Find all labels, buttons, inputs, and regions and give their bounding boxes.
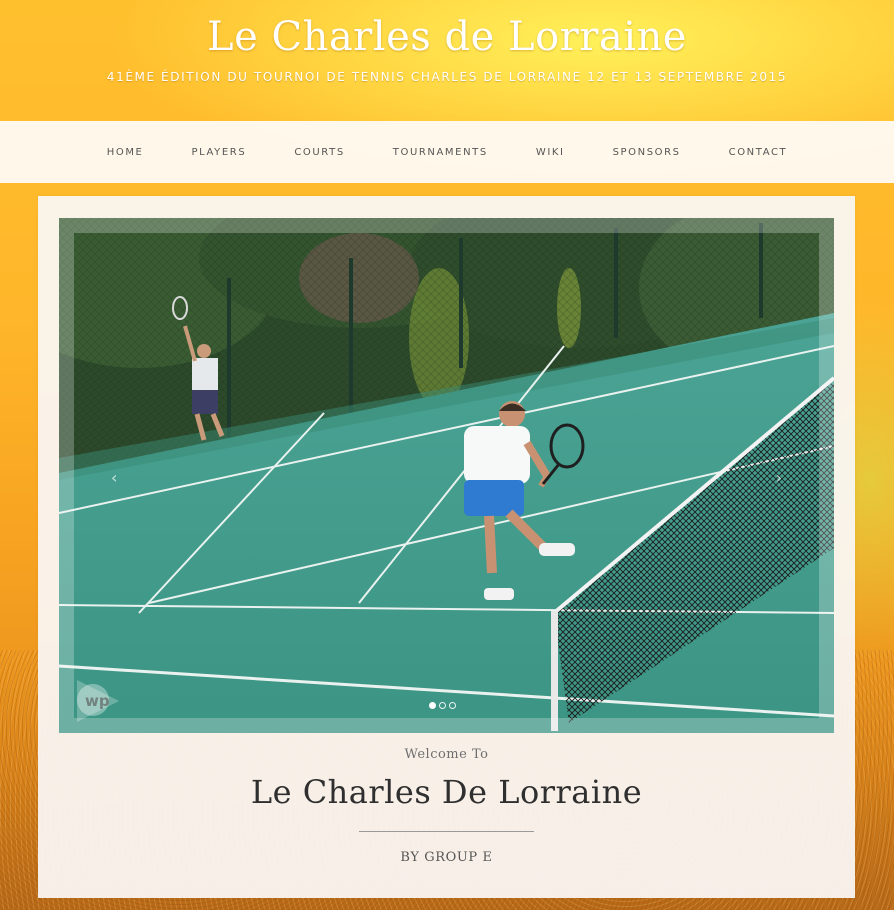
slider-dot-3[interactable]	[449, 702, 456, 709]
chevron-left-icon[interactable]: ‹	[111, 468, 117, 487]
slider-dot-1[interactable]	[429, 702, 436, 709]
chevron-right-icon[interactable]: ›	[776, 468, 782, 487]
tennis-doubles-photo	[59, 218, 834, 733]
nav-item-players[interactable]: PLAYERS	[191, 147, 246, 158]
byline: BY GROUP E	[400, 850, 493, 865]
site-header: Le Charles de Lorraine 41ème édition du …	[0, 0, 894, 121]
slider-dots	[429, 702, 456, 709]
nav-item-wiki[interactable]: WIKI	[536, 147, 565, 158]
nav-item-sponsors[interactable]: SPONSORS	[613, 147, 681, 158]
site-title[interactable]: Le Charles de Lorraine	[0, 0, 894, 60]
wp-logo: wp	[73, 676, 123, 726]
hero-heading: Le Charles De Lorraine	[250, 773, 643, 811]
nav-item-courts[interactable]: COURTS	[294, 147, 344, 158]
divider	[359, 831, 534, 832]
nav-item-home[interactable]: HOME	[107, 147, 144, 158]
slider-dot-2[interactable]	[439, 702, 446, 709]
welcome-text: Welcome To	[404, 747, 489, 762]
content-card: wp ‹ › Welcome To Le Charles De Lorraine…	[38, 196, 855, 898]
nav-item-contact[interactable]: CONTACT	[729, 147, 788, 158]
main-nav: HOME PLAYERS COURTS TOURNAMENTS WIKI SPO…	[0, 121, 894, 183]
nav-item-tournaments[interactable]: TOURNAMENTS	[393, 147, 488, 158]
image-slider[interactable]: wp ‹ ›	[59, 218, 834, 733]
svg-text:wp: wp	[85, 692, 110, 710]
site-tagline: 41ème édition du tournoi de tennis Charl…	[106, 70, 788, 84]
